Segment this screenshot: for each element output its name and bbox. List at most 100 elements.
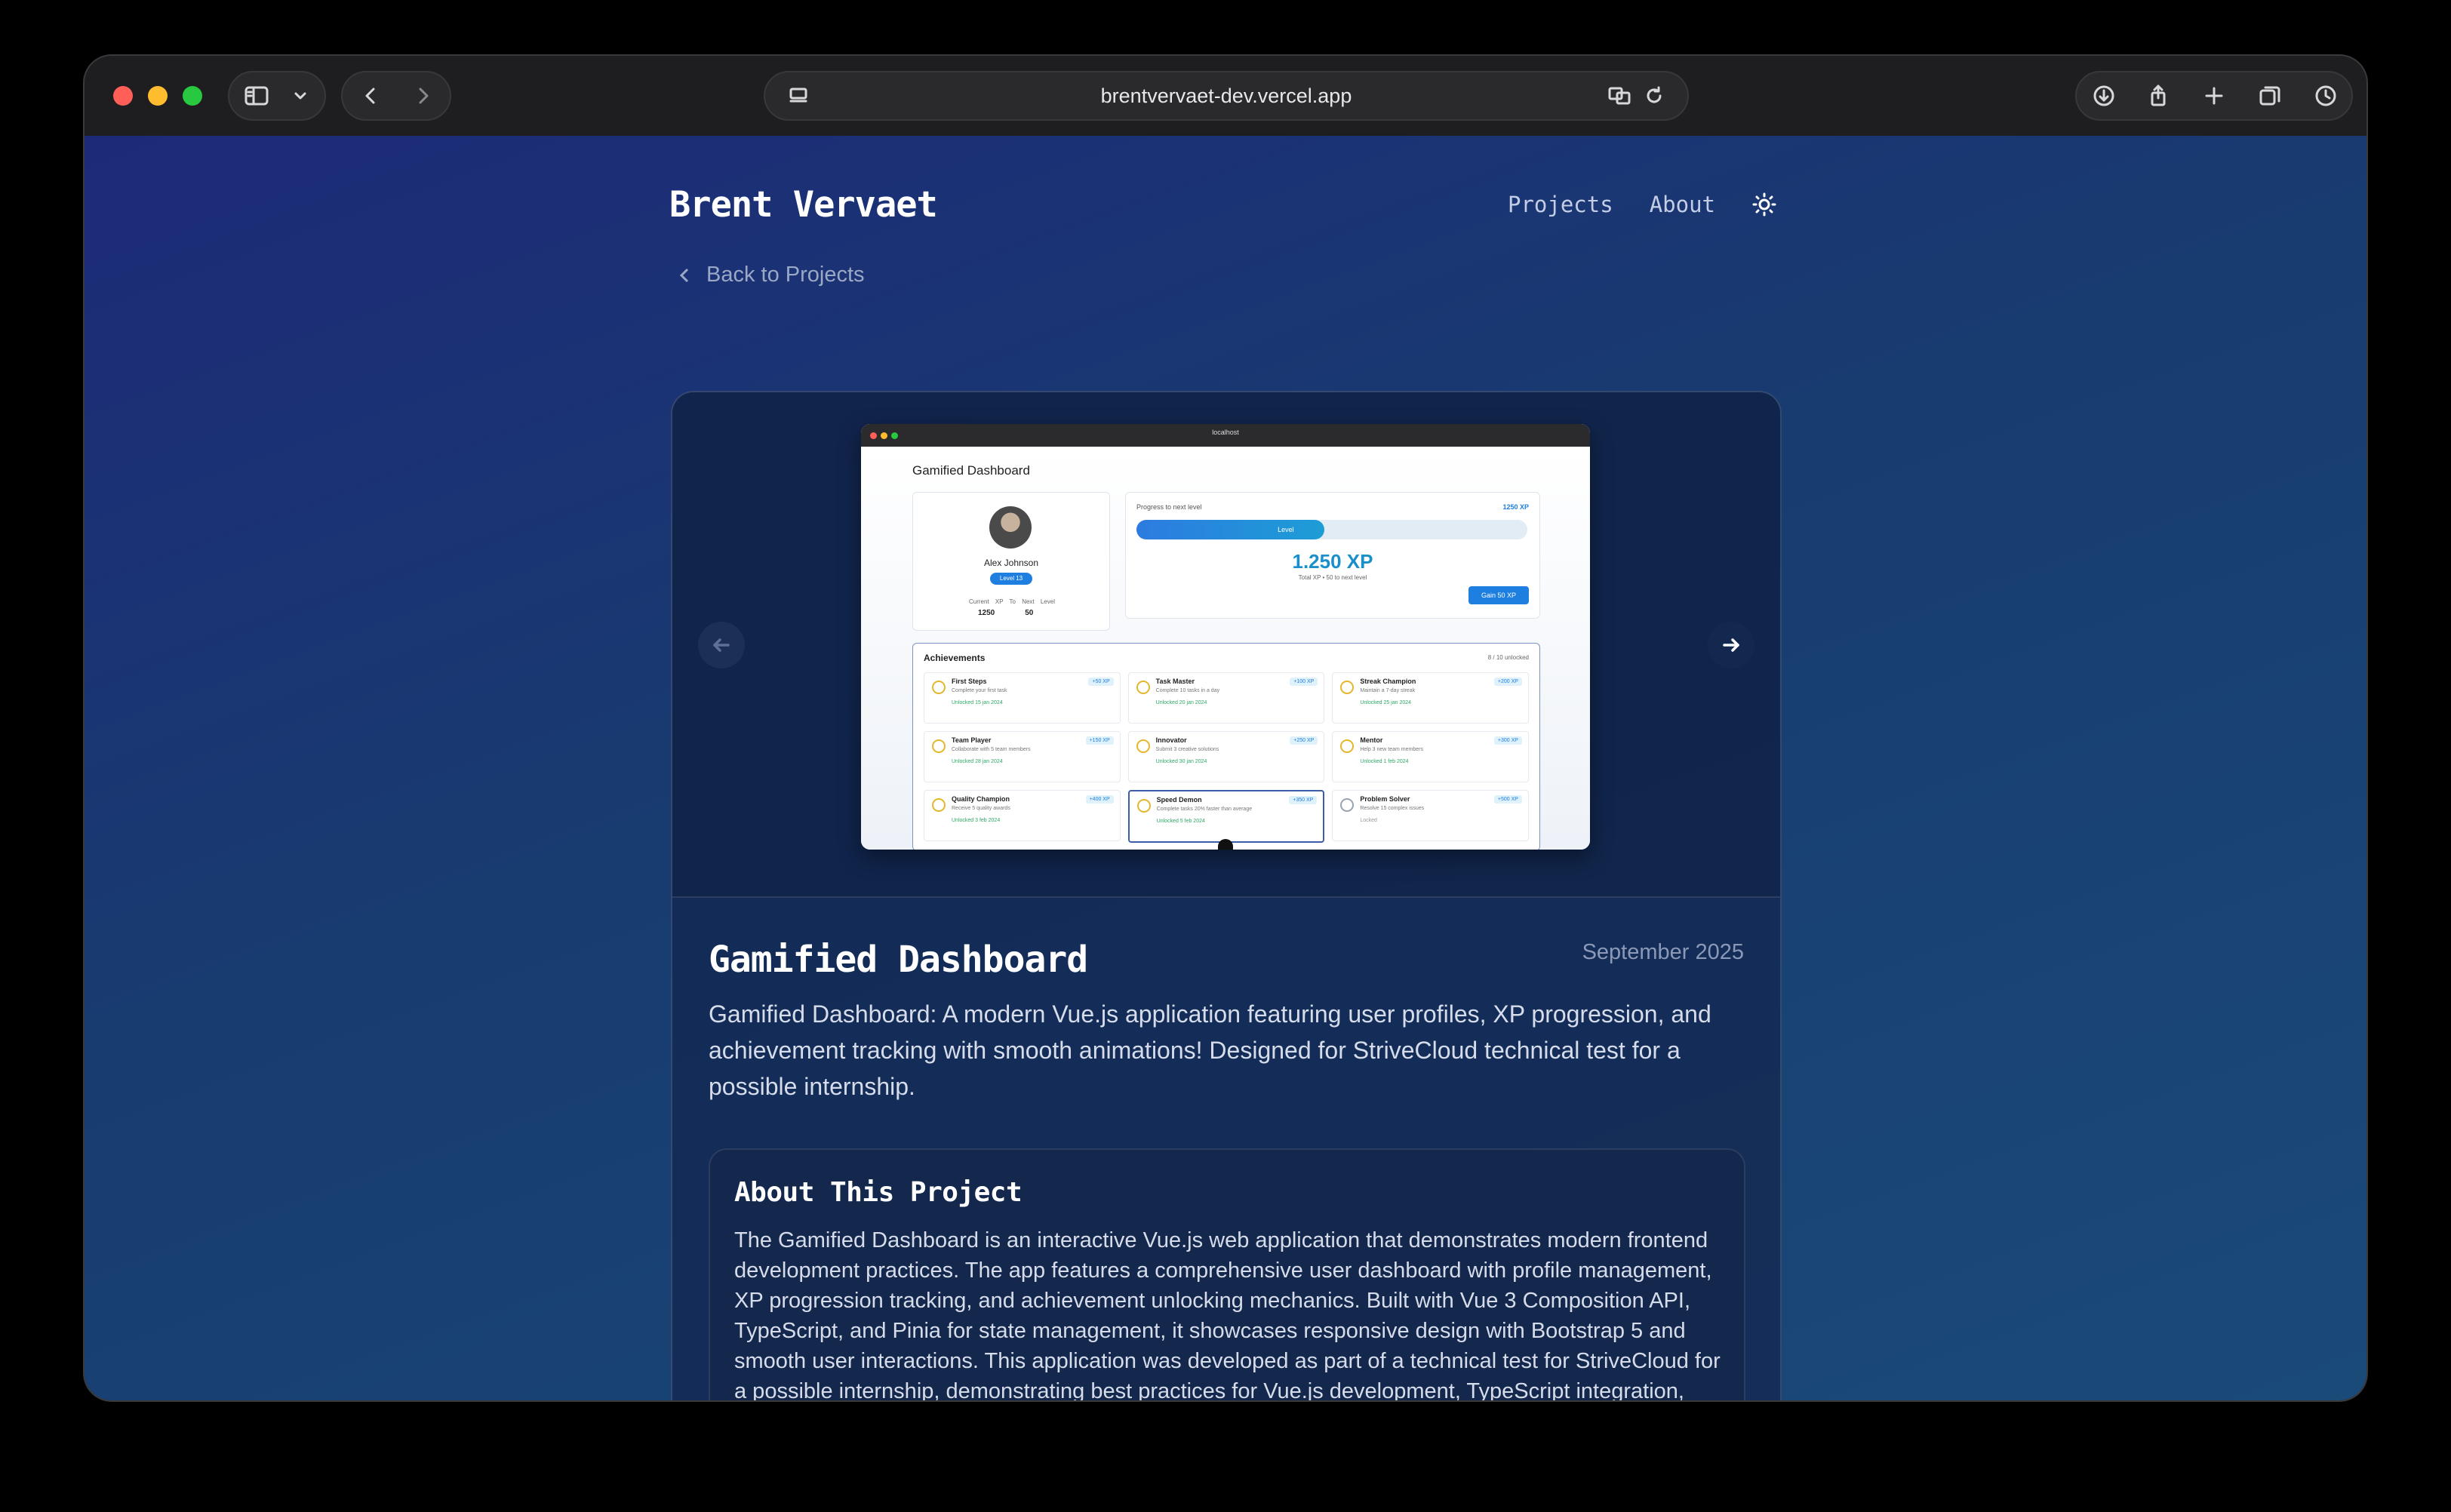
- achievement-desc: Receive 5 quality awards: [952, 806, 1010, 811]
- reload-icon[interactable]: [1633, 72, 1675, 119]
- achievement-title: First Steps: [952, 678, 987, 685]
- progress-fill: Level: [1136, 520, 1324, 539]
- chevron-left-icon: [679, 268, 689, 282]
- zoom-window-button[interactable]: [183, 86, 202, 106]
- sidebar-control-group: [228, 71, 326, 121]
- achievement-item: Quality Champion Receive 5 quality awards…: [924, 790, 1121, 841]
- tab-overview-icon[interactable]: [2249, 72, 2291, 119]
- address-bar[interactable]: brentvervaet-dev.vercel.app: [764, 71, 1689, 121]
- achievement-item: Problem Solver Resolve 15 complex issues L…: [1332, 790, 1529, 841]
- arrow-right-icon: [1723, 638, 1739, 652]
- nav-about-link[interactable]: About: [1650, 192, 1715, 217]
- url-text: brentvervaet-dev.vercel.app: [1100, 85, 1352, 107]
- close-window-button[interactable]: [113, 86, 133, 106]
- xp-badge: 1250 XP: [1502, 503, 1529, 511]
- achievement-xp: +250 XP: [1290, 736, 1318, 745]
- about-project-title: About This Project: [734, 1177, 1023, 1208]
- back-link-label: Back to Projects: [706, 263, 865, 287]
- screenshot-cursor-indicator: [1218, 839, 1233, 850]
- profile-stat-labels: Current XP To Next Level: [969, 598, 1055, 605]
- achievement-title: Problem Solver: [1360, 795, 1410, 803]
- achievement-date: Unlocked 20 jan 2024: [1155, 700, 1207, 705]
- site-nav: Projects About: [1472, 190, 1779, 219]
- screenshot-progress-card: Progress to next level 1250 XP Level 1.2…: [1125, 492, 1540, 619]
- achievement-item: Innovator Submit 3 creative solutions Unlo…: [1127, 731, 1325, 782]
- achievement-item: Mentor Help 3 new team members Unlocked 1 …: [1332, 731, 1529, 782]
- downloads-icon[interactable]: [2083, 72, 2125, 119]
- minimize-window-button[interactable]: [148, 86, 168, 106]
- arrow-left-icon: [713, 638, 730, 652]
- carousel-next-button[interactable]: [1708, 622, 1754, 668]
- achievement-xp: +150 XP: [1085, 736, 1114, 745]
- achievement-icon: [932, 739, 946, 753]
- browser-window: brentvervaet-dev.vercel.app Brent Vervae…: [85, 56, 2366, 1400]
- achievement-xp: +500 XP: [1493, 795, 1522, 804]
- toolbar-actions-group: [2075, 71, 2353, 121]
- achievement-xp: +400 XP: [1085, 795, 1114, 804]
- total-xp-subtitle: Total XP • 50 to next level: [1298, 574, 1367, 581]
- achievement-date: Unlocked 5 feb 2024: [1156, 819, 1205, 824]
- achievements-title: Achievements: [924, 653, 986, 663]
- achievement-desc: Submit 3 creative solutions: [1155, 747, 1219, 752]
- level-badge: Level 13: [990, 573, 1032, 585]
- project-description: Gamified Dashboard: A modern Vue.js appl…: [709, 1000, 1711, 1100]
- achievement-xp: +100 XP: [1290, 678, 1318, 686]
- achievement-title: Speed Demon: [1156, 796, 1202, 804]
- achievement-title: Innovator: [1155, 736, 1187, 744]
- browser-toolbar: brentvervaet-dev.vercel.app: [85, 56, 2366, 137]
- back-to-projects-link[interactable]: Back to Projects: [673, 263, 865, 287]
- project-date: September 2025: [1582, 940, 1744, 964]
- current-xp-label: Current XP: [969, 598, 1004, 605]
- image-carousel: localhost Gamified Dashboard Alex Johnso…: [672, 392, 1780, 898]
- achievements-count: 8 / 10 unlocked: [1487, 654, 1529, 661]
- achievements-grid: First Steps Complete your first task Unloc…: [924, 672, 1529, 843]
- achievement-item: Streak Champion Maintain a 7-day streak Un…: [1332, 672, 1529, 724]
- progress-label: Progress to next level: [1136, 503, 1202, 511]
- achievement-title: Mentor: [1360, 736, 1383, 744]
- screenshot-url: localhost: [1212, 429, 1239, 436]
- achievement-desc: Help 3 new team members: [1360, 747, 1423, 752]
- new-tab-icon[interactable]: [2193, 72, 2235, 119]
- nav-projects-link[interactable]: Projects: [1508, 192, 1613, 217]
- achievement-xp: +200 XP: [1493, 678, 1522, 686]
- project-card: localhost Gamified Dashboard Alex Johnso…: [671, 391, 1782, 1400]
- achievement-item: Team Player Collaborate with 5 team membe…: [924, 731, 1121, 782]
- achievement-desc: Maintain a 7-day streak: [1360, 688, 1416, 693]
- achievement-xp: +50 XP: [1088, 678, 1114, 686]
- achievement-date: Unlocked 28 jan 2024: [952, 759, 1003, 764]
- progress-track: Level: [1136, 520, 1527, 539]
- avatar: [989, 506, 1032, 549]
- screenshot-body: Gamified Dashboard Alex Johnson Level 13…: [861, 447, 1590, 850]
- page-content: Brent Vervaet Projects About Back to Pro…: [85, 136, 2366, 1400]
- achievement-date: Unlocked 1 feb 2024: [1360, 759, 1409, 764]
- carousel-prev-button[interactable]: [698, 622, 745, 668]
- gain-xp-button: Gain 50 XP: [1468, 586, 1529, 604]
- achievement-date: Unlocked 30 jan 2024: [1155, 759, 1207, 764]
- achievement-xp: +350 XP: [1289, 796, 1318, 804]
- profile-name: Alex Johnson: [983, 558, 1039, 568]
- site-header: Brent Vervaet Projects About: [669, 180, 1779, 240]
- screenshot-title: Gamified Dashboard: [912, 463, 1030, 478]
- site-brand[interactable]: Brent Vervaet: [669, 184, 938, 226]
- share-icon[interactable]: [2137, 72, 2179, 119]
- screenshot-profile-card: Alex Johnson Level 13 Current XP To Next…: [912, 492, 1110, 631]
- sidebar-toggle-icon[interactable]: [235, 72, 278, 119]
- about-project-text: The Gamified Dashboard is an interactive…: [734, 1228, 1721, 1400]
- achievement-title: Streak Champion: [1360, 678, 1416, 685]
- achievement-item: Speed Demon Complete tasks 20% faster tha…: [1127, 790, 1325, 843]
- back-arrow-icon[interactable]: [350, 72, 392, 119]
- history-clock-icon[interactable]: [2305, 72, 2347, 119]
- profile-stat-values: 1250 50: [978, 609, 1063, 617]
- achievement-title: Task Master: [1155, 678, 1195, 685]
- achievement-icon: [1340, 739, 1355, 753]
- achievement-title: Quality Champion: [952, 795, 1010, 803]
- chevron-down-icon[interactable]: [279, 72, 321, 119]
- achievement-icon: [1340, 681, 1355, 694]
- achievement-item: First Steps Complete your first task Unloc…: [924, 672, 1121, 724]
- forward-arrow-icon[interactable]: [401, 72, 444, 119]
- achievement-icon: [932, 798, 946, 812]
- achievement-date: Unlocked 15 jan 2024: [952, 700, 1003, 705]
- sun-icon[interactable]: [1750, 190, 1779, 219]
- screenshot-achievements-card: Achievements 8 / 10 unlocked First Steps…: [912, 643, 1540, 850]
- achievement-icon: [1136, 799, 1151, 813]
